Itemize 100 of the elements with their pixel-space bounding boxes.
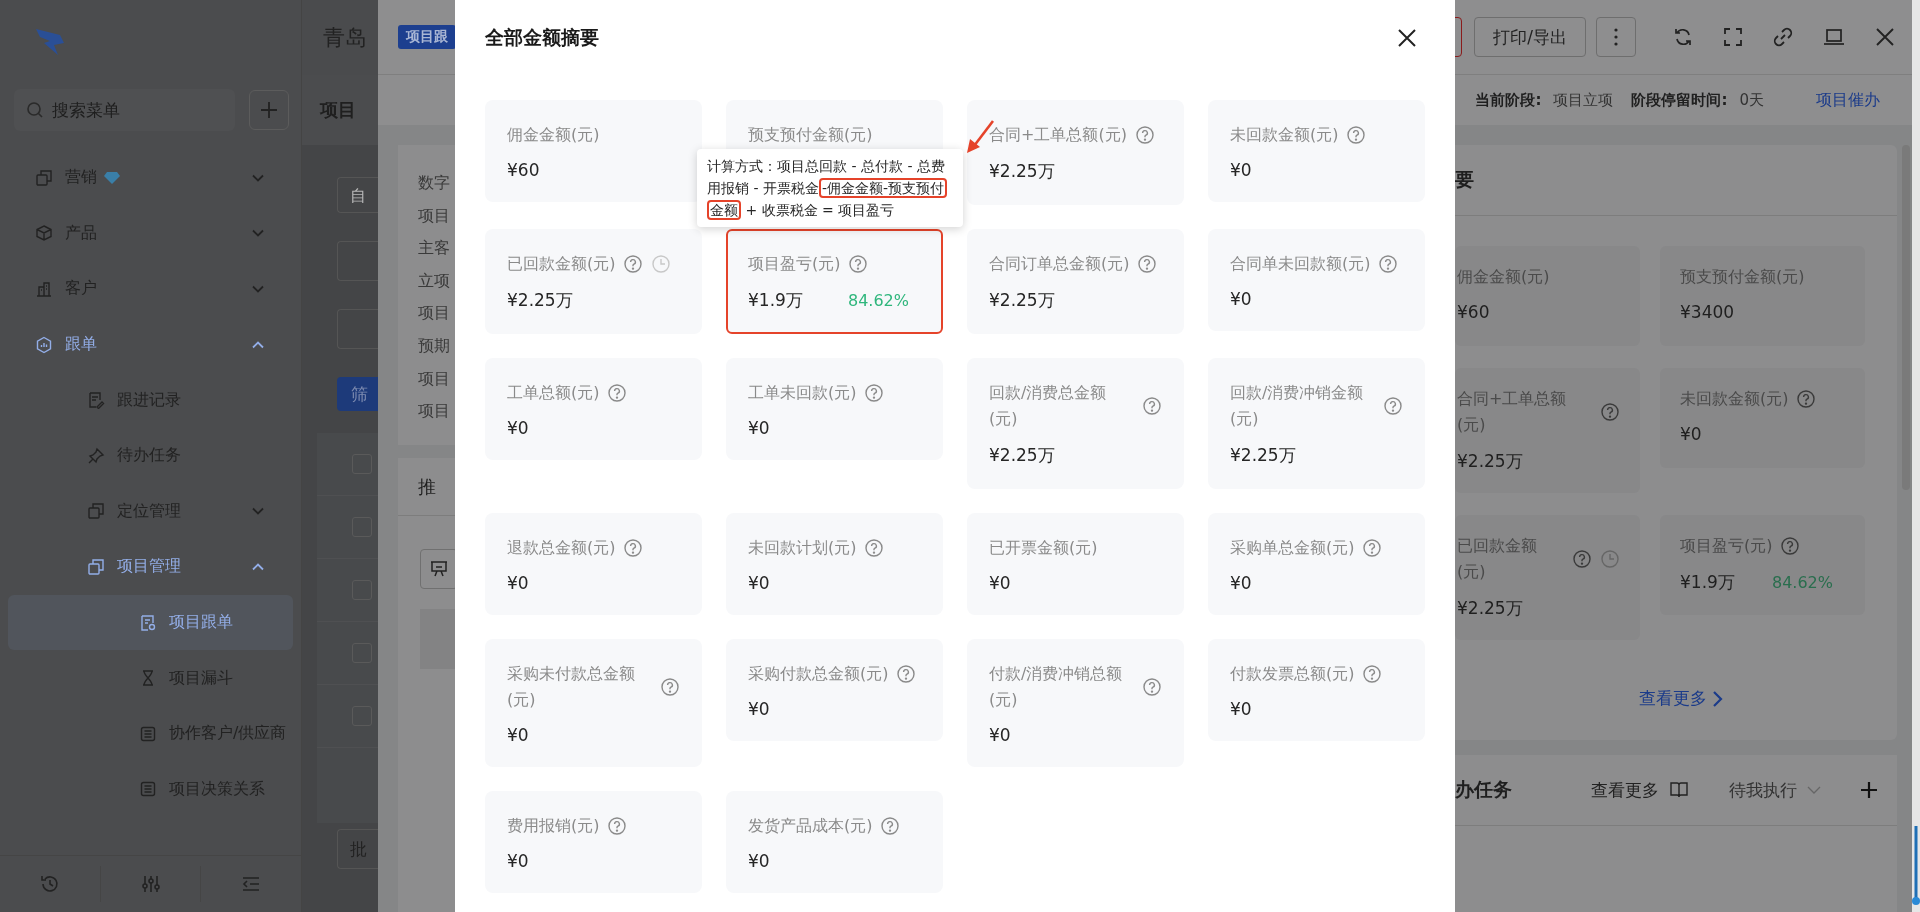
- menu-item[interactable]: 项目跟单: [8, 594, 293, 651]
- help-icon[interactable]: [1142, 677, 1162, 697]
- history-icon: [38, 873, 61, 895]
- list-icon: [139, 724, 157, 743]
- dialog-title: 全部金额摘要: [485, 25, 599, 50]
- panel-title: 要: [1455, 167, 1474, 192]
- amount-value: ¥0: [1230, 160, 1252, 180]
- print-button[interactable]: 打印/导出: [1474, 17, 1586, 57]
- amount-label: 费用报销(元): [507, 815, 600, 837]
- amount-value: ¥0: [1680, 424, 1702, 444]
- help-icon[interactable]: [880, 816, 901, 836]
- panel-title: 办任务: [1455, 777, 1512, 802]
- plus-icon[interactable]: [1859, 780, 1879, 800]
- help-icon[interactable]: [1378, 254, 1399, 274]
- help-icon[interactable]: [864, 538, 885, 558]
- dwell-label: 阶段停留时间:: [1631, 90, 1728, 110]
- amount-label: 合同订单总金额(元): [989, 253, 1130, 275]
- filter-button[interactable]: 筛: [337, 377, 378, 411]
- stage-label: 当前阶段:: [1475, 90, 1542, 110]
- amount-value: ¥2.25万: [1457, 597, 1523, 620]
- help-icon[interactable]: [896, 664, 917, 684]
- amount-value: ¥2.25万: [989, 444, 1055, 467]
- help-icon[interactable]: [1362, 538, 1383, 558]
- amount-label: 付款/消费冲销总额(元): [989, 663, 1124, 711]
- help-icon[interactable]: [623, 254, 644, 274]
- scrollbar[interactable]: [1912, 826, 1920, 906]
- amount-label: 佣金金额(元): [1457, 266, 1550, 288]
- amount-label: 付款发票总额(元): [1230, 663, 1355, 685]
- laptop-icon[interactable]: [1823, 27, 1845, 47]
- amount-label: 预支预付金额(元): [748, 124, 873, 146]
- amount-label: 已回款金额(元): [1457, 535, 1538, 583]
- help-icon[interactable]: [1383, 396, 1403, 416]
- list-icon: [139, 780, 157, 799]
- amount-value: ¥1.9万: [1680, 571, 1735, 594]
- field-label: 项目: [418, 400, 450, 423]
- stack-icon: [87, 557, 105, 576]
- help-icon[interactable]: [1142, 396, 1162, 416]
- amount-value: ¥2.25万: [1457, 450, 1523, 473]
- note-icon: [87, 391, 105, 410]
- amount-label: 采购单总金额(元): [1230, 537, 1355, 559]
- amount-label: 未回款金额(元): [1230, 124, 1339, 146]
- help-icon[interactable]: [1600, 402, 1620, 422]
- help-icon[interactable]: [1572, 549, 1592, 569]
- amount-label: 工单未回款(元): [748, 382, 857, 404]
- amount-label: 预支预付金额(元): [1680, 266, 1805, 288]
- search-field[interactable]: 自: [337, 177, 378, 213]
- amount-label: 退款总金额(元): [507, 537, 616, 559]
- filter-dropdown[interactable]: 待我执行: [1729, 778, 1797, 802]
- amount-value: ¥2.25万: [507, 289, 573, 312]
- amount-value: ¥2.25万: [1230, 444, 1296, 467]
- chevron-icon: [1711, 689, 1723, 708]
- chevron-icon: [1807, 785, 1821, 795]
- amount-value: ¥1.9万: [748, 289, 803, 312]
- building-icon: [35, 280, 53, 298]
- help-icon[interactable]: [1796, 389, 1817, 409]
- amount-label: 未回款金额(元): [1680, 388, 1789, 410]
- status-badge: 项目跟: [398, 25, 456, 49]
- field-label: 主客: [418, 237, 450, 260]
- field-label: 项目: [418, 204, 450, 227]
- amount-value: ¥60: [1457, 302, 1490, 322]
- field-label: 数字: [418, 172, 450, 194]
- help-icon[interactable]: [1134, 125, 1155, 145]
- amount-label: 已开票金额(元): [989, 537, 1098, 559]
- amount-value: ¥0: [507, 725, 529, 745]
- field-label: 预期: [418, 334, 450, 357]
- clock-icon[interactable]: [1600, 549, 1620, 569]
- help-icon[interactable]: [607, 816, 628, 836]
- amount-value: ¥0: [1230, 573, 1252, 593]
- amount-value: ¥60: [507, 160, 540, 180]
- field-label: 项目: [418, 367, 450, 390]
- refresh-icon[interactable]: [1673, 27, 1693, 47]
- help-icon[interactable]: [1346, 125, 1367, 145]
- view-more-link[interactable]: 查看更多: [1591, 778, 1659, 802]
- presentation-button[interactable]: [420, 549, 458, 589]
- help-icon[interactable]: [1362, 664, 1383, 684]
- urge-link[interactable]: 项目催办: [1816, 89, 1880, 111]
- menu-item[interactable]: 跟单: [8, 316, 293, 373]
- amount-value: ¥2.25万: [989, 160, 1055, 183]
- scrollbar[interactable]: [1901, 145, 1911, 490]
- amount-value: ¥2.25万: [989, 289, 1055, 312]
- amount-label: 发货产品成本(元): [748, 815, 873, 837]
- panel-title: 推: [418, 474, 436, 499]
- help-icon[interactable]: [607, 383, 628, 403]
- add-button[interactable]: [249, 90, 289, 130]
- amount-label: 已回款金额(元): [507, 253, 616, 275]
- menu-item[interactable]: 项目管理: [8, 539, 293, 595]
- help-icon[interactable]: [623, 538, 644, 558]
- amount-value: ¥0: [989, 573, 1011, 593]
- link-icon[interactable]: [1773, 27, 1793, 47]
- help-icon[interactable]: [864, 383, 885, 403]
- presentation-icon: [429, 559, 449, 579]
- help-icon[interactable]: [660, 677, 680, 697]
- close-icon[interactable]: [1397, 28, 1417, 48]
- stack-icon: [87, 502, 105, 521]
- help-icon[interactable]: [848, 254, 869, 274]
- fullscreen-icon[interactable]: [1723, 27, 1743, 47]
- help-icon[interactable]: [1780, 536, 1801, 556]
- help-icon[interactable]: [1137, 254, 1158, 274]
- plus-icon: [260, 101, 278, 119]
- view-more-link[interactable]: 查看更多: [1639, 687, 1707, 710]
